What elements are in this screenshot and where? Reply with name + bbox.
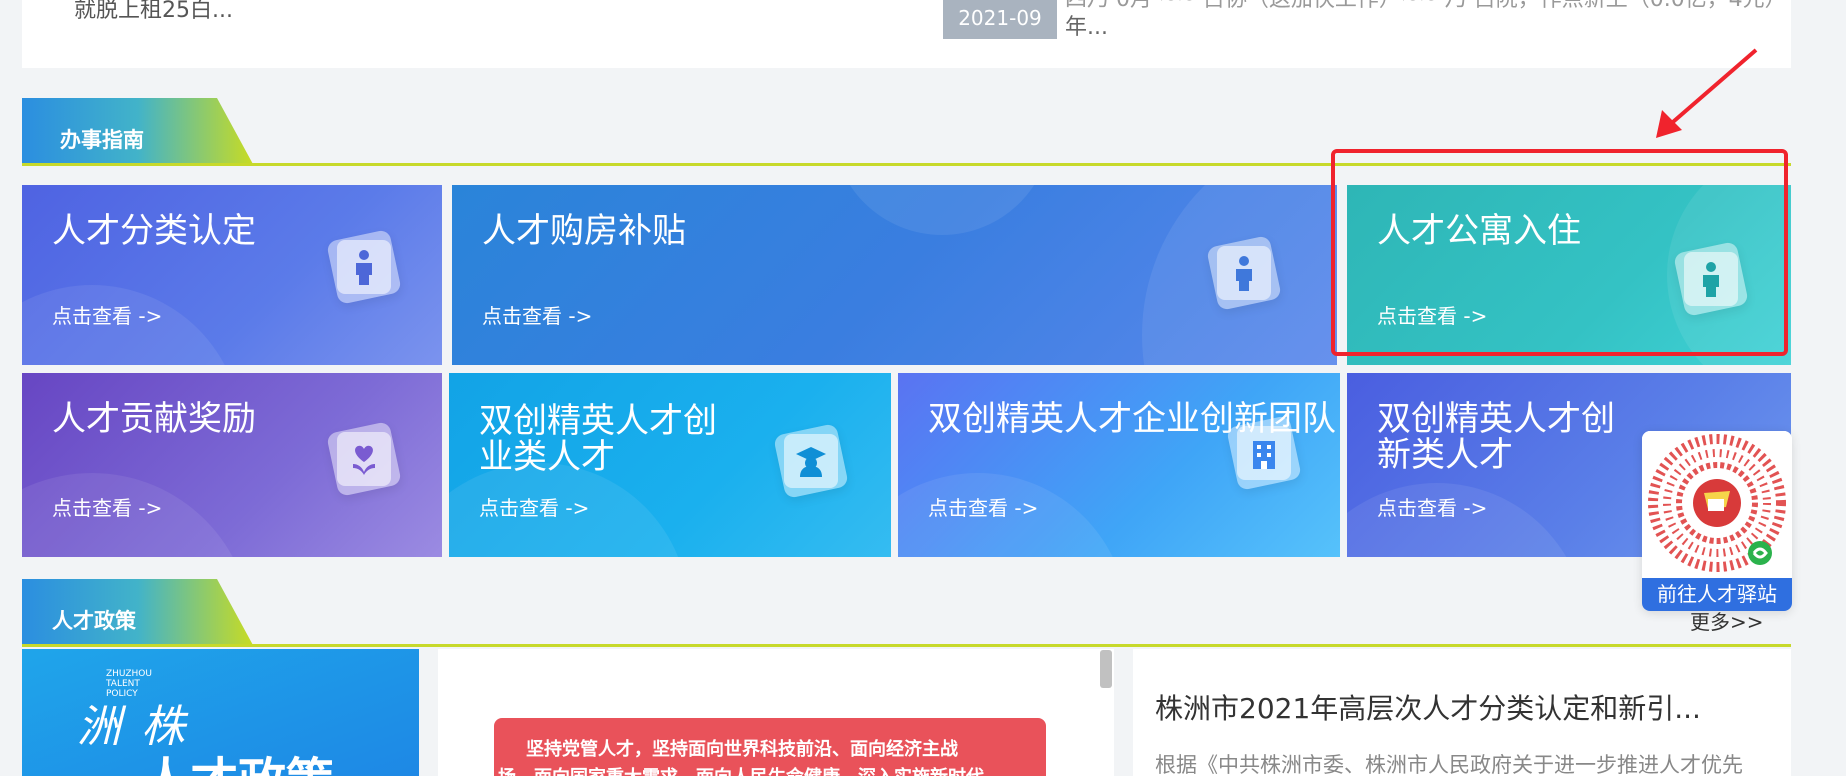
card-view-link[interactable]: 点击查看 ->	[52, 492, 162, 521]
highlight-annotation	[1331, 149, 1788, 356]
card-title: 人才分类认定	[52, 211, 256, 251]
news-strip: 就脱上租25白... 2021-09 四乃 0月 ~~ 占协（这加快工作）~~ …	[22, 0, 1791, 68]
article-excerpt: 根据《中共株洲市委、株洲市人民政府关于进一步推进人才优先	[1155, 753, 1743, 776]
heart-flower-icon	[326, 421, 402, 497]
graduate-icon	[773, 423, 849, 499]
article-title[interactable]: 株洲市2021年高层次人才分类认定和新引...	[1155, 687, 1701, 727]
page: 就脱上租25白... 2021-09 四乃 0月 ~~ 占协（这加快工作）~~ …	[0, 0, 1846, 776]
policy-banner-title: 人才政策	[142, 741, 334, 776]
arrow-annotation-icon	[1656, 48, 1758, 138]
person-icon	[1206, 235, 1282, 311]
policy-banner-caption: ZHUZHOU TALENT POLICY	[106, 669, 152, 699]
policy-section-title: 人才政策	[52, 609, 136, 633]
news-snippet-right[interactable]: 四乃 0月 ~~ 占协（这加快工作）~~ 乃 占院，作点新上（0.0亿，4元） …	[1065, 0, 1787, 42]
policy-banner[interactable]: ZHUZHOU TALENT POLICY 株洲 人才政策	[22, 649, 419, 776]
card-title: 人才购房补贴	[482, 211, 686, 251]
news-snippet-right-line1: 四乃 0月 ~~ 占协（这加快工作）~~ 乃 占院，作点新上（0.0亿，4元）	[1065, 0, 1787, 14]
scrollbar-thumb[interactable]	[1100, 650, 1112, 688]
policy-red-line1: 坚持党管人才，坚持面向世界科技前沿、面向经济主战	[526, 739, 958, 760]
card-housing-subsidy[interactable]: 人才购房补贴 点击查看 ->	[452, 185, 1337, 365]
policy-header-line	[22, 644, 1791, 647]
card-view-link[interactable]: 点击查看 ->	[52, 300, 162, 329]
policy-red-banner: 坚持党管人才，坚持面向世界科技前沿、面向经济主战 场、面向国家重大需求、面向人民…	[494, 718, 1046, 776]
news-snippet-left[interactable]: 就脱上租25白...	[74, 0, 233, 24]
policy-article[interactable]: 株洲市2021年高层次人才分类认定和新引... 根据《中共株洲市委、株洲市人民政…	[1133, 649, 1791, 776]
card-view-link[interactable]: 点击查看 ->	[479, 492, 589, 521]
qr-code-icon	[1642, 431, 1792, 578]
more-link[interactable]: 更多>>	[1690, 606, 1764, 635]
card-view-link[interactable]: 点击查看 ->	[482, 300, 592, 329]
card-talent-classification[interactable]: 人才分类认定 点击查看 ->	[22, 185, 442, 365]
policy-section-header: 人才政策	[22, 579, 1791, 647]
card-contribution-reward[interactable]: 人才贡献奖励 点击查看 ->	[22, 373, 442, 557]
date-badge: 2021-09	[943, 0, 1057, 39]
person-icon	[326, 229, 402, 305]
card-entrepreneur-talent[interactable]: 双创精英人才创业类人才 点击查看 ->	[449, 373, 891, 557]
policy-red-line2: 场、面向国家重大需求、面向人民生命健康，深入实施新时代	[498, 764, 1046, 776]
card-view-link[interactable]: 点击查看 ->	[1377, 492, 1487, 521]
card-title: 人才贡献奖励	[52, 399, 256, 439]
guide-section-title: 办事指南	[60, 128, 144, 152]
card-title: 双创精英人才创业类人才	[479, 401, 717, 477]
building-icon	[1226, 415, 1302, 491]
news-snippet-right-line2: 年...	[1065, 15, 1108, 40]
card-title: 双创精英人才创新类人才	[1377, 399, 1615, 475]
card-innovation-team[interactable]: 双创精英人才企业创新团队 点击查看 ->	[898, 373, 1340, 557]
card-view-link[interactable]: 点击查看 ->	[928, 492, 1038, 521]
